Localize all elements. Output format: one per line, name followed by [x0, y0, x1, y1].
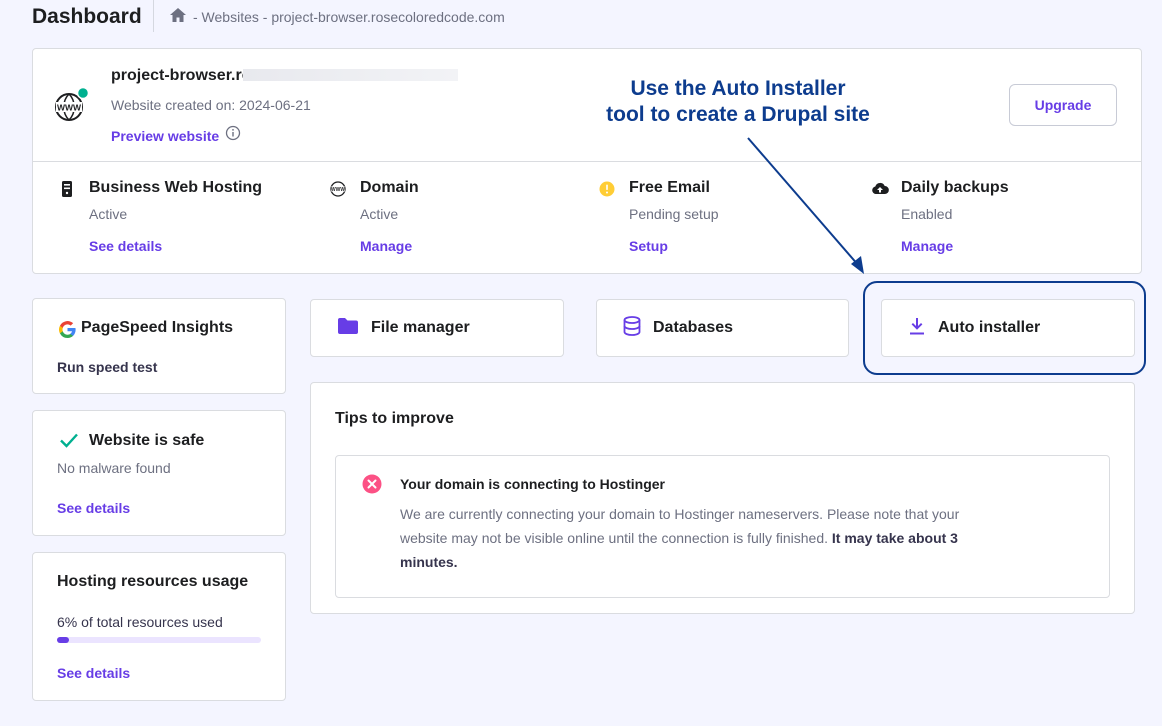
- see-details-link[interactable]: See details: [57, 500, 130, 516]
- annotation-highlight-box: [863, 281, 1146, 375]
- website-overview-card: WWW project-browser.ro Website created o…: [32, 48, 1142, 274]
- preview-website-label[interactable]: Preview website: [111, 128, 219, 144]
- website-www-icon: WWW: [55, 86, 90, 121]
- annotation-callout: Use the Auto Installer tool to create a …: [590, 76, 886, 128]
- feature-status: Enabled: [901, 206, 953, 222]
- resources-usage-text: 6% of total resources used: [57, 614, 223, 630]
- tips-title: Tips to improve: [335, 410, 454, 427]
- www-icon: WWW: [330, 181, 346, 197]
- setup-email-link[interactable]: Setup: [629, 238, 668, 254]
- alert-body: We are currently connecting your domain …: [400, 502, 1000, 574]
- google-icon: [59, 321, 76, 343]
- resources-title: Hosting resources usage: [57, 573, 249, 590]
- safety-status: No malware found: [57, 460, 171, 476]
- annotation-line-1: Use the Auto Installer: [630, 77, 846, 100]
- database-icon: [623, 315, 641, 341]
- svg-text:WWW: WWW: [331, 187, 345, 193]
- annotation-arrow: [747, 137, 864, 274]
- manage-domain-link[interactable]: Manage: [360, 238, 412, 254]
- info-icon[interactable]: [225, 125, 241, 146]
- resources-progress-fill: [57, 637, 69, 643]
- website-safety-card: Website is safe No malware found See det…: [32, 410, 286, 536]
- hosting-resources-card: Hosting resources usage 6% of total reso…: [32, 552, 286, 701]
- website-name: project-browser.ro: [111, 67, 252, 84]
- domain-alert: Your domain is connecting to Hostinger W…: [335, 455, 1110, 598]
- warning-icon: [599, 181, 615, 197]
- error-icon: [362, 474, 382, 499]
- see-details-link[interactable]: See details: [57, 665, 130, 681]
- folder-icon: [337, 317, 359, 340]
- alert-title: Your domain is connecting to Hostinger: [400, 476, 665, 492]
- feature-name: Domain: [360, 179, 419, 196]
- preview-website-link[interactable]: Preview website: [111, 125, 241, 146]
- card-divider: [33, 161, 1141, 162]
- feature-status: Active: [360, 206, 399, 222]
- safety-title: Website is safe: [89, 432, 205, 449]
- see-details-link[interactable]: See details: [89, 238, 162, 254]
- pagespeed-card[interactable]: PageSpeed Insights Run speed test: [32, 298, 286, 394]
- website-created-date: Website created on: 2024-06-21: [111, 97, 311, 113]
- file-manager-button[interactable]: File manager: [310, 299, 564, 357]
- feature-name: Free Email: [629, 179, 710, 196]
- status-dot: [76, 86, 90, 100]
- header-divider: [153, 0, 154, 32]
- resources-progress-bar: [57, 637, 261, 643]
- run-speed-test-link[interactable]: Run speed test: [57, 359, 157, 375]
- manage-backups-link[interactable]: Manage: [901, 238, 953, 254]
- svg-text:WWW: WWW: [57, 103, 82, 113]
- tips-card: Tips to improve Your domain is connectin…: [310, 382, 1135, 614]
- annotation-line-2: tool to create a Drupal site: [606, 103, 870, 126]
- databases-label: Databases: [653, 319, 734, 336]
- file-manager-label: File manager: [371, 319, 470, 336]
- feature-status: Active: [89, 206, 128, 222]
- server-icon: [59, 181, 75, 197]
- feature-name: Daily backups: [901, 179, 1009, 196]
- redacted-domain: [243, 69, 458, 81]
- feature-status: Pending setup: [629, 206, 719, 222]
- feature-name: Business Web Hosting: [89, 179, 263, 196]
- databases-button[interactable]: Databases: [596, 299, 849, 357]
- pagespeed-title: PageSpeed Insights: [81, 319, 234, 336]
- home-icon[interactable]: [169, 7, 187, 26]
- breadcrumb: - Websites - project-browser.rosecolored…: [169, 7, 505, 26]
- breadcrumb-path[interactable]: - Websites - project-browser.rosecolored…: [193, 9, 505, 25]
- upgrade-button[interactable]: Upgrade: [1009, 84, 1117, 126]
- page-title: Dashboard: [32, 5, 142, 28]
- check-icon: [59, 431, 79, 454]
